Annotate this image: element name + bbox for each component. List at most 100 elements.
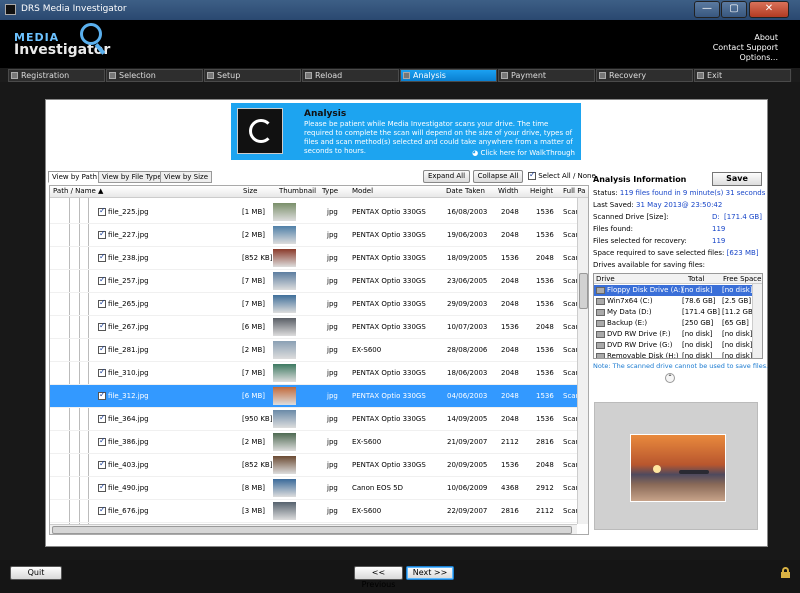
collapse-all-button[interactable]: Collapse All <box>473 170 523 183</box>
tab-view-by-size[interactable]: View by Size <box>160 171 213 183</box>
row-checkbox[interactable] <box>98 252 106 262</box>
nav-payment[interactable]: Payment <box>498 69 595 82</box>
setup-icon <box>207 72 214 79</box>
table-row[interactable]: file_403.jpg [852 KB] jpg PENTAX Optio 330G… <box>50 454 580 477</box>
drive-row[interactable]: Backup (E:) [250 GB] [65 GB] <box>594 318 752 329</box>
col-thumbnail[interactable]: Thumbnail <box>279 187 316 195</box>
next-button[interactable]: Next >> <box>406 566 454 580</box>
row-checkbox[interactable] <box>98 459 106 469</box>
table-row[interactable]: file_310.jpg [7 MB] jpg PENTAX Optio 330GS 1… <box>50 362 580 385</box>
nav-analysis[interactable]: Analysis <box>400 69 497 82</box>
close-button[interactable]: ✕ <box>749 1 789 18</box>
table-row[interactable]: file_225.jpg [1 MB] jpg PENTAX Optio 330GS 1… <box>50 201 580 224</box>
cell-model: PENTAX Optio 330GS <box>352 231 426 239</box>
minimize-button[interactable]: — <box>694 1 720 18</box>
about-link[interactable]: About <box>713 33 778 43</box>
tab-view-by-path[interactable]: View by Path <box>48 171 102 183</box>
nav-registration[interactable]: Registration <box>8 69 105 82</box>
analysis-banner: Analysis Please be patient while Media I… <box>231 103 581 160</box>
files-selected-line: Files selected for recovery: <box>593 237 687 245</box>
scroll-thumb[interactable] <box>52 526 572 534</box>
table-row[interactable]: file_312.jpg [6 MB] jpg PENTAX Optio 330GS 0… <box>50 385 580 408</box>
space-label: Space required to save selected files: <box>593 249 725 257</box>
nav-reload[interactable]: Reload <box>302 69 399 82</box>
row-checkbox[interactable] <box>98 390 106 400</box>
col-height[interactable]: Height <box>530 187 553 195</box>
col-width[interactable]: Width <box>498 187 518 195</box>
expand-all-button[interactable]: Expand All <box>423 170 470 183</box>
grid-vertical-scrollbar[interactable] <box>577 198 588 524</box>
table-row[interactable]: file_227.jpg [2 MB] jpg PENTAX Optio 330GS 1… <box>50 224 580 247</box>
row-checkbox[interactable] <box>98 344 106 354</box>
select-all-checkbox[interactable] <box>528 170 536 180</box>
row-checkbox[interactable] <box>98 321 106 331</box>
col-date-taken[interactable]: Date Taken <box>446 187 485 195</box>
nav-exit[interactable]: Exit <box>694 69 791 82</box>
row-checkbox[interactable] <box>98 413 106 423</box>
row-checkbox[interactable] <box>98 275 106 285</box>
cell-width: 2048 <box>501 369 519 377</box>
drive-list[interactable]: Drive Total Free Space Floppy Disk Drive… <box>593 273 763 359</box>
drive-name: DVD RW Drive (F:) <box>607 330 671 338</box>
cell-width: 2048 <box>501 277 519 285</box>
table-row[interactable]: file_265.jpg [7 MB] jpg PENTAX Optio 330GS 2… <box>50 293 580 316</box>
drive-row[interactable]: My Data (D:) [171.4 GB] [11.2 GB] <box>594 307 756 318</box>
quit-button[interactable]: Quit <box>10 566 62 580</box>
cell-name: file_238.jpg <box>108 254 149 262</box>
previous-button[interactable]: << Previous <box>354 566 403 589</box>
drive-total: [no disk] <box>682 286 713 294</box>
col-path-name[interactable]: Path / Name <box>53 187 96 195</box>
cell-type: jpg <box>327 392 338 400</box>
row-checkbox[interactable] <box>98 206 106 216</box>
drive-row[interactable]: Win7x64 (C:) [78.6 GB] [2.5 GB] <box>594 296 752 307</box>
col-size[interactable]: Size <box>243 187 257 195</box>
cell-width: 2048 <box>501 208 519 216</box>
row-checkbox[interactable] <box>98 436 106 446</box>
nav-selection[interactable]: Selection <box>106 69 203 82</box>
row-checkbox[interactable] <box>98 482 106 492</box>
table-row[interactable]: file_281.jpg [2 MB] jpg EX-S600 28/08/2006 20… <box>50 339 580 362</box>
table-row[interactable]: file_490.jpg [8 MB] jpg Canon EOS 5D 10/06/2… <box>50 477 580 500</box>
grid-horizontal-scrollbar[interactable] <box>50 524 577 534</box>
contact-support-link[interactable]: Contact Support <box>713 43 778 53</box>
table-row[interactable]: file_676.jpg [3 MB] jpg EX-S600 22/09/2007 28… <box>50 500 580 523</box>
thumbnail-image <box>273 502 296 520</box>
select-all-toggle[interactable]: Select All / None <box>528 170 596 180</box>
row-checkbox[interactable] <box>98 298 106 308</box>
thumbnail-image <box>273 479 296 497</box>
table-row[interactable]: file_386.jpg [2 MB] jpg EX-S600 21/09/2007 21… <box>50 431 580 454</box>
nav-setup[interactable]: Setup <box>204 69 301 82</box>
scroll-thumb[interactable] <box>579 273 588 309</box>
drive-row[interactable]: Floppy Disk Drive (A:) [no disk] [no disk] <box>594 285 753 296</box>
col-type[interactable]: Type <box>322 187 338 195</box>
cell-height: 1536 <box>536 277 554 285</box>
walkthrough-link[interactable]: ◕ Click here for WalkThrough <box>472 149 575 157</box>
table-row[interactable]: file_267.jpg [6 MB] jpg PENTAX Optio 330GS 1… <box>50 316 580 339</box>
space-required-line: Space required to save selected files: [… <box>593 249 759 257</box>
table-row[interactable]: file_257.jpg [7 MB] jpg PENTAX Optio 330GS 2… <box>50 270 580 293</box>
save-button[interactable]: Save <box>712 172 762 186</box>
maximize-button[interactable]: ▢ <box>721 1 747 18</box>
drive-row[interactable]: DVD RW Drive (G:) [no disk] [no disk] <box>594 340 753 351</box>
options-link[interactable]: Options... <box>713 53 779 63</box>
tab-view-by-file-type[interactable]: View by File Type <box>98 171 166 183</box>
col-model[interactable]: Model <box>352 187 373 195</box>
nav-recovery[interactable]: Recovery <box>596 69 693 82</box>
row-checkbox[interactable] <box>98 505 106 515</box>
lock-body <box>781 572 790 578</box>
table-row[interactable]: file_238.jpg [852 KB] jpg PENTAX Optio 330G… <box>50 247 580 270</box>
cell-name: file_257.jpg <box>108 277 149 285</box>
cell-width: 1536 <box>501 461 519 469</box>
cell-date: 23/06/2005 <box>447 277 488 285</box>
drive-list-scrollbar[interactable] <box>752 284 762 358</box>
cell-width: 1536 <box>501 254 519 262</box>
drive-row[interactable]: Removable Disk (H:) [no disk] [no disk] <box>594 351 753 358</box>
drive-name: My Data (D:) <box>607 308 652 316</box>
table-row[interactable]: file_364.jpg [950 KB] jpg PENTAX Optio 330G… <box>50 408 580 431</box>
drive-row[interactable]: DVD RW Drive (F:) [no disk] [no disk] <box>594 329 753 340</box>
row-checkbox[interactable] <box>98 367 106 377</box>
col-full-path[interactable]: Full Pa <box>563 187 585 195</box>
row-checkbox[interactable] <box>98 229 106 239</box>
collapse-toggle-icon[interactable]: ⌃ <box>665 373 675 383</box>
app-icon <box>5 4 16 15</box>
